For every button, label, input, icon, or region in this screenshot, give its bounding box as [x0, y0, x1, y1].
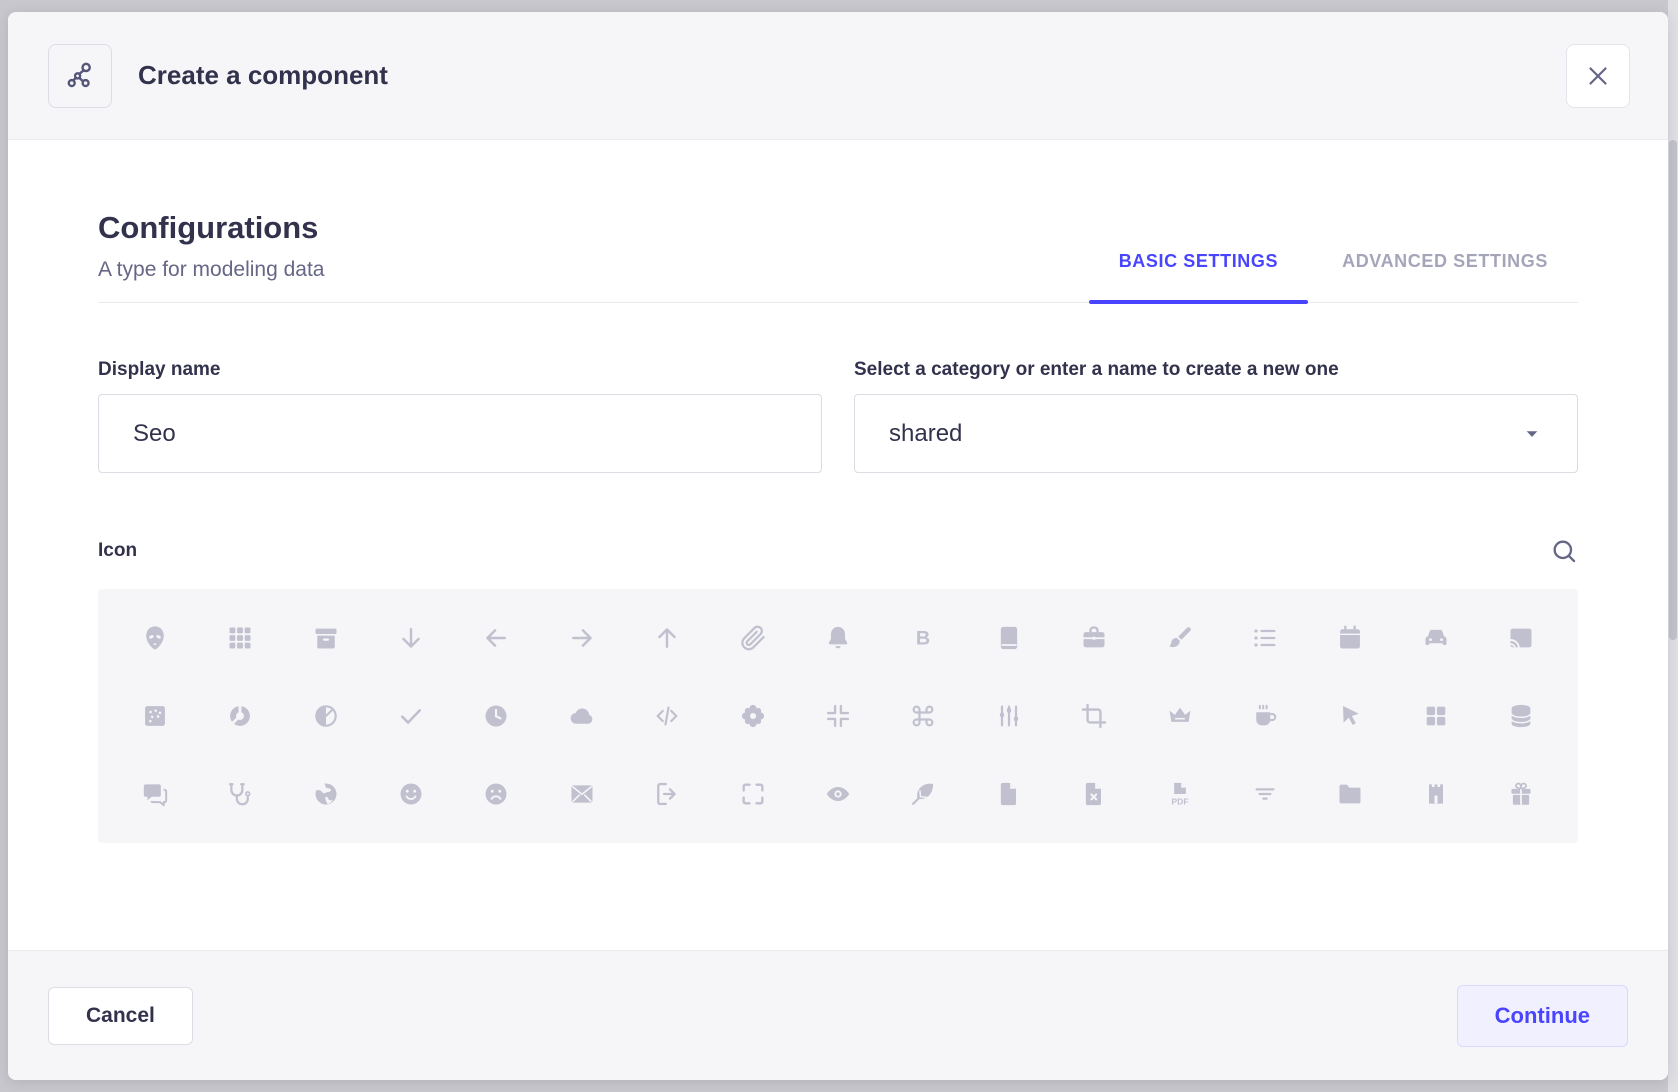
continue-button[interactable]: Continue [1457, 985, 1628, 1047]
expand-icon[interactable] [710, 755, 795, 833]
car-icon[interactable] [1393, 599, 1478, 677]
emoji-happy-icon[interactable] [368, 755, 453, 833]
briefcase-icon[interactable] [1052, 599, 1137, 677]
tab-basic-settings[interactable]: BASIC SETTINGS [1089, 251, 1308, 302]
emoji-sad-icon[interactable] [454, 755, 539, 833]
book-icon[interactable] [966, 599, 1051, 677]
arrow-down-icon[interactable] [368, 599, 453, 677]
command-icon[interactable] [881, 677, 966, 755]
close-button[interactable] [1566, 44, 1630, 108]
brush-icon[interactable] [1137, 599, 1222, 677]
display-name-label: Display name [98, 359, 822, 381]
dialog-footer: Cancel Continue [8, 950, 1668, 1080]
crop-icon[interactable] [1052, 677, 1137, 755]
close-icon [1583, 61, 1613, 91]
section-subheading: A type for modeling data [98, 258, 324, 282]
dialog-header: Create a component [8, 12, 1668, 140]
cancel-button[interactable]: Cancel [48, 987, 193, 1045]
arrow-right-icon[interactable] [539, 599, 624, 677]
file-error-icon[interactable] [1052, 755, 1137, 833]
archive-icon[interactable] [283, 599, 368, 677]
filter-icon[interactable] [1222, 755, 1307, 833]
icon-picker-section: Icon B PDF [98, 537, 1578, 843]
clock-icon[interactable] [454, 677, 539, 755]
settings-tabs: BASIC SETTINGS ADVANCED SETTINGS [1085, 251, 1578, 302]
search-icon[interactable] [1550, 537, 1578, 565]
category-select[interactable]: shared [854, 394, 1578, 473]
icon-grid: B PDF [98, 589, 1578, 843]
cog-icon[interactable] [710, 677, 795, 755]
castle-icon[interactable] [1393, 755, 1478, 833]
chat-icon[interactable] [112, 755, 197, 833]
svg-text:PDF: PDF [1171, 797, 1188, 807]
cursor-icon[interactable] [1308, 677, 1393, 755]
arrow-left-icon[interactable] [454, 599, 539, 677]
tab-advanced-settings[interactable]: ADVANCED SETTINGS [1312, 251, 1578, 302]
collapse-icon[interactable] [795, 677, 880, 755]
file-icon[interactable] [966, 755, 1051, 833]
code-icon[interactable] [624, 677, 709, 755]
chart-pie-icon[interactable] [283, 677, 368, 755]
check-icon[interactable] [368, 677, 453, 755]
svg-text:B: B [916, 628, 930, 650]
form-row: Display name Select a category or enter … [98, 359, 1578, 473]
eye-icon[interactable] [795, 755, 880, 833]
alien-icon[interactable] [112, 599, 197, 677]
bell-icon[interactable] [795, 599, 880, 677]
attachment-icon[interactable] [710, 599, 795, 677]
display-name-field-group: Display name [98, 359, 822, 473]
exit-icon[interactable] [624, 755, 709, 833]
file-pdf-icon[interactable]: PDF [1137, 755, 1222, 833]
crown-icon[interactable] [1137, 677, 1222, 755]
feather-icon[interactable] [881, 755, 966, 833]
section-titles: Configurations A type for modeling data [98, 210, 324, 302]
section-heading: Configurations [98, 210, 324, 246]
stethoscope-icon[interactable] [197, 755, 282, 833]
globe-icon[interactable] [283, 755, 368, 833]
category-label: Select a category or enter a name to cre… [854, 359, 1578, 381]
database-icon[interactable] [1479, 677, 1564, 755]
dialog-body: Configurations A type for modeling data … [8, 140, 1668, 950]
bold-icon[interactable]: B [881, 599, 966, 677]
gift-icon[interactable] [1479, 755, 1564, 833]
scrollbar-thumb[interactable] [1669, 140, 1677, 640]
create-component-dialog: Create a component Configurations A type… [8, 12, 1668, 1080]
page-scrollbar[interactable] [1668, 0, 1678, 1092]
component-icon [48, 44, 112, 108]
dashboard-icon[interactable] [1393, 677, 1478, 755]
display-name-input[interactable] [98, 394, 822, 473]
sliders-icon[interactable] [966, 677, 1051, 755]
cast-icon[interactable] [1479, 599, 1564, 677]
apps-icon[interactable] [197, 599, 282, 677]
chevron-down-icon [1521, 423, 1543, 445]
arrow-up-icon[interactable] [624, 599, 709, 677]
captcha-icon[interactable] [112, 677, 197, 755]
icon-label: Icon [98, 540, 137, 562]
cup-icon[interactable] [1222, 677, 1307, 755]
category-field-group: Select a category or enter a name to cre… [854, 359, 1578, 473]
category-selected-value: shared [889, 420, 962, 448]
chart-donut-icon[interactable] [197, 677, 282, 755]
section-head: Configurations A type for modeling data … [98, 210, 1578, 303]
cloud-icon[interactable] [539, 677, 624, 755]
envelope-icon[interactable] [539, 755, 624, 833]
calendar-icon[interactable] [1308, 599, 1393, 677]
folder-icon[interactable] [1308, 755, 1393, 833]
dialog-title: Create a component [138, 60, 388, 91]
bullet-list-icon[interactable] [1222, 599, 1307, 677]
